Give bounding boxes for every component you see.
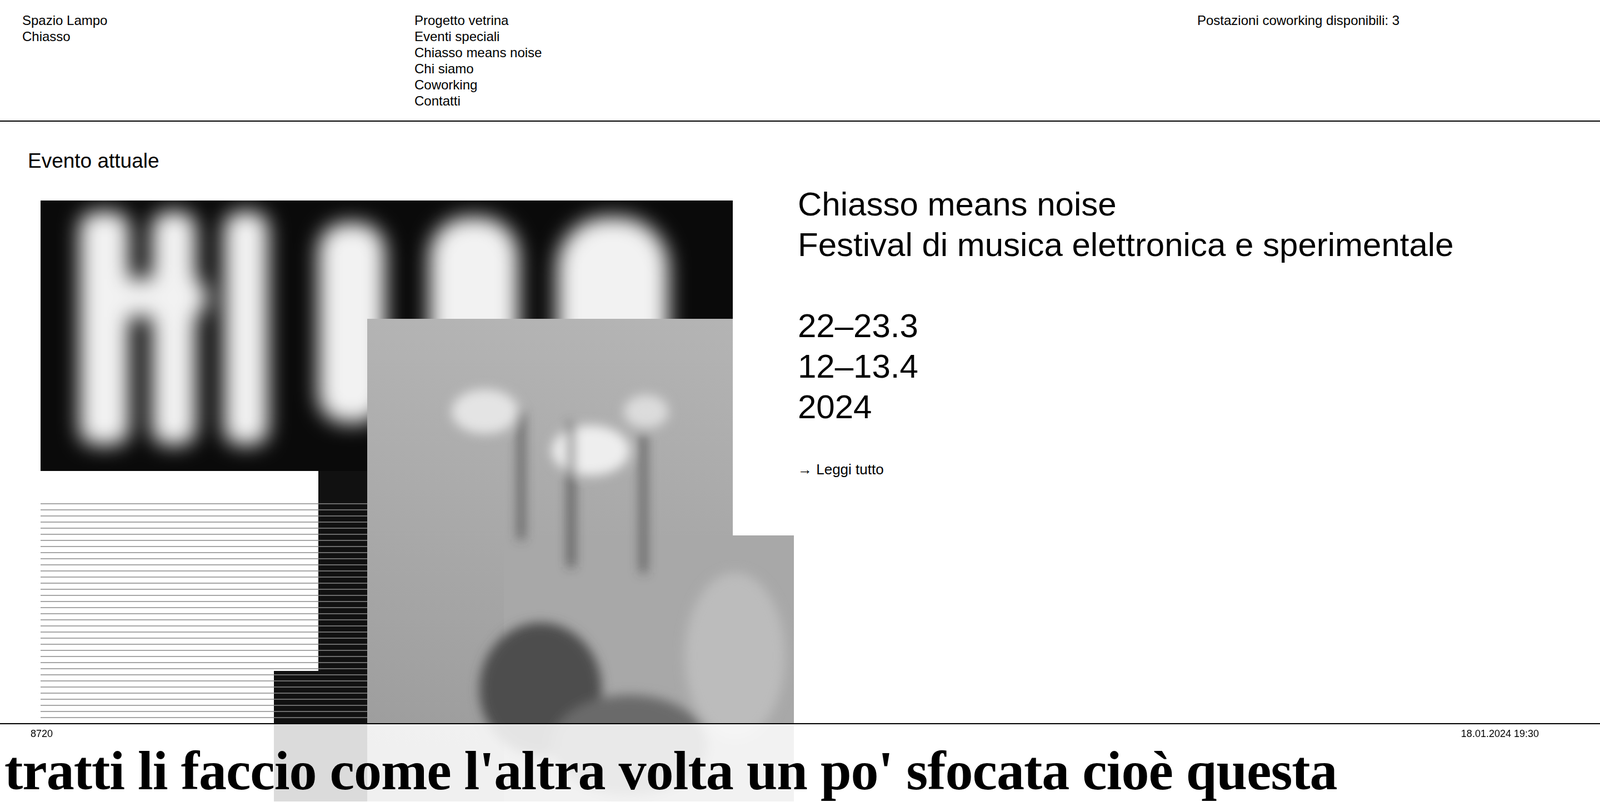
poster-rule (40, 576, 407, 578)
poster-rule (40, 711, 407, 713)
poster-rule (40, 582, 407, 584)
poster-rule (40, 631, 407, 633)
poster-rule (40, 668, 407, 670)
poster-rule (40, 705, 407, 707)
event-dates: 22–23.312–13.42024 (797, 305, 1578, 428)
poster-rule (40, 503, 407, 505)
poster-rule (40, 540, 407, 542)
poster-rule (40, 717, 407, 719)
poster-rule (40, 509, 407, 511)
poster-rule (40, 527, 407, 529)
brand-line[interactable]: Spazio Lampo (22, 12, 415, 29)
poster-rule (40, 625, 407, 627)
nav-link[interactable]: Eventi speciali (414, 28, 1198, 45)
event-poster (40, 200, 794, 802)
ticker-bar: 8720 18.01.2024 19:30tratti li faccio com… (0, 723, 1600, 802)
poster-rule (40, 656, 407, 658)
nav-link[interactable]: Progetto vetrina (414, 12, 1198, 29)
section-title: Evento attuale (0, 121, 1600, 174)
poster-rule (40, 686, 407, 688)
nav-link[interactable]: Contatti (414, 92, 1198, 109)
page: Spazio LampoChiassoProgetto vetrinaEvent… (0, 0, 1600, 802)
poster-rule (40, 698, 407, 700)
ticker-meta: 8720 18.01.2024 19:30 (0, 724, 1600, 740)
site-header: Spazio LampoChiassoProgetto vetrinaEvent… (0, 0, 1600, 122)
poster-rule (40, 674, 407, 676)
poster-rule (40, 521, 407, 523)
event-title: Chiasso means noise (797, 183, 1578, 225)
ticker-timestamp: 18.01.2024 19:30 (1461, 727, 1539, 740)
current-event: Chiasso means noiseFestival di musica el… (0, 183, 1600, 802)
event-date: 2024 (797, 386, 1578, 428)
brand[interactable]: Spazio LampoChiasso (22, 12, 415, 109)
poster-rule (40, 613, 407, 615)
main-nav: Progetto vetrinaEventi specialiChiasso m… (414, 12, 1198, 109)
poster-rule (40, 601, 407, 603)
main-content: Evento attuale Chiasso means noiseFestiva… (0, 121, 1600, 802)
poster-rule (40, 588, 407, 590)
poster-rule (40, 662, 407, 664)
poster-rule (40, 643, 407, 645)
poster-rule (40, 570, 407, 572)
poster-rule (40, 650, 407, 652)
nav-link[interactable]: Chi siamo (414, 60, 1198, 77)
poster-rule (40, 619, 407, 621)
poster-rule (40, 533, 407, 535)
event-date: 22–23.3 (797, 305, 1578, 347)
poster-rule (40, 546, 407, 548)
poster-rule (40, 692, 407, 694)
poster-frame[interactable] (40, 200, 794, 802)
brand-line[interactable]: Chiasso (22, 28, 415, 45)
ticker-text: tratti li faccio come l'altra volta un p… (0, 740, 1600, 802)
poster-rule (40, 515, 407, 517)
coworking-availability: Postazioni coworking disponibili: 3 (1197, 12, 1578, 109)
poster-rule (40, 552, 407, 554)
read-more-link[interactable]: → Leggi tutto (797, 460, 884, 479)
poster-rule (40, 564, 407, 566)
event-info: Chiasso means noiseFestival di musica el… (797, 183, 1600, 802)
ticker-postcode: 8720 (30, 727, 53, 740)
poster-rule (40, 558, 407, 560)
nav-link[interactable]: Coworking (414, 76, 1198, 93)
poster-rule (40, 680, 407, 682)
poster-rule (40, 595, 407, 597)
nav-link[interactable]: Chiasso means noise (414, 44, 1198, 61)
event-date: 12–13.4 (797, 346, 1578, 387)
event-subtitle: Festival di musica elettronica e sperime… (797, 224, 1578, 265)
poster-rule (40, 637, 407, 639)
poster-rule (40, 607, 407, 609)
